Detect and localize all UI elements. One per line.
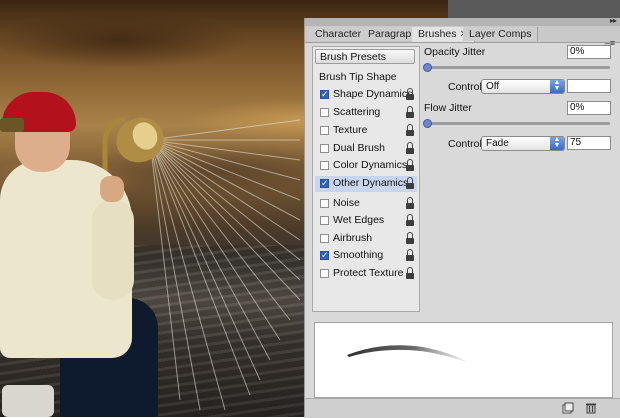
option-texture[interactable]: Texture xyxy=(315,123,417,139)
lock-icon[interactable] xyxy=(405,142,415,155)
trash-icon[interactable] xyxy=(585,402,597,414)
flow-jitter-input[interactable]: 0% xyxy=(567,101,611,115)
panel-titlebar[interactable]: ▸▸ xyxy=(305,16,620,26)
lock-icon[interactable] xyxy=(405,177,415,190)
spyglass xyxy=(0,118,24,132)
brush-stroke-preview xyxy=(314,322,613,398)
option-airbrush[interactable]: Airbrush xyxy=(315,231,417,247)
option-label: Protect Texture xyxy=(333,267,404,279)
lock-icon[interactable] xyxy=(405,159,415,172)
opacity-jitter-label: Opacity Jitter xyxy=(424,46,486,58)
flow-jitter-slider[interactable] xyxy=(426,122,610,125)
checkbox[interactable] xyxy=(320,144,329,153)
lock-icon[interactable] xyxy=(405,214,415,227)
lock-icon[interactable] xyxy=(405,249,415,262)
app-chrome-strip xyxy=(448,0,620,18)
option-label: Color Dynamics xyxy=(333,159,408,171)
flow-control-label: Control: xyxy=(448,138,485,150)
option-protect-texture[interactable]: Protect Texture xyxy=(315,266,417,282)
opacity-control-label: Control: xyxy=(448,81,485,93)
other-dynamics-settings: Opacity Jitter 0% Control: Off ▲ ▼ Flow J… xyxy=(422,45,616,310)
opacity-control-input[interactable] xyxy=(567,79,611,93)
opacity-control-select[interactable]: Off ▲ ▼ xyxy=(481,79,565,94)
opacity-jitter-input[interactable]: 0% xyxy=(567,45,611,59)
new-brush-icon[interactable] xyxy=(562,402,574,414)
option-dual-brush[interactable]: Dual Brush xyxy=(315,141,417,157)
panel-tabbar: Character Paragraph Brushes✕ Layer Comps… xyxy=(305,26,620,48)
option-label: Texture xyxy=(333,124,368,136)
option-label: Smoothing xyxy=(333,249,384,261)
lock-icon[interactable] xyxy=(405,267,415,280)
boy-arm xyxy=(92,200,134,300)
checkbox[interactable] xyxy=(320,161,329,170)
option-label: Shape Dynamics xyxy=(333,88,413,100)
flow-control-steps-input[interactable]: 75 xyxy=(567,136,611,150)
option-other-dynamics[interactable]: Other Dynamics xyxy=(315,176,417,192)
checkbox[interactable] xyxy=(320,88,329,100)
flow-control-select[interactable]: Fade ▲ ▼ xyxy=(481,136,565,151)
checkbox[interactable] xyxy=(320,199,329,208)
checkbox[interactable] xyxy=(320,108,329,117)
checkbox[interactable] xyxy=(320,249,329,261)
stroke-preview-graphic xyxy=(347,345,469,363)
brushes-panel: ▸▸ Character Paragraph Brushes✕ Layer Co… xyxy=(304,16,620,418)
option-wet-edges[interactable]: Wet Edges xyxy=(315,213,417,229)
checkbox[interactable] xyxy=(320,269,329,278)
lock-icon[interactable] xyxy=(405,106,415,119)
option-scattering[interactable]: Scattering xyxy=(315,105,417,121)
option-label: Scattering xyxy=(333,106,381,118)
option-label: Airbrush xyxy=(333,232,373,244)
net-bag xyxy=(2,385,54,417)
checkbox[interactable] xyxy=(320,126,329,135)
brush-options-list: Brush Presets Brush Tip Shape Shape Dyna… xyxy=(312,46,420,312)
checkbox[interactable] xyxy=(320,234,329,243)
opacity-jitter-slider-thumb[interactable] xyxy=(423,63,432,72)
option-label: Wet Edges xyxy=(333,214,385,226)
option-color-dynamics[interactable]: Color Dynamics xyxy=(315,158,417,174)
panel-bottom-bar xyxy=(305,398,620,418)
option-noise[interactable]: Noise xyxy=(315,196,417,212)
lock-icon[interactable] xyxy=(405,124,415,137)
option-label: Noise xyxy=(333,197,360,209)
checkbox[interactable] xyxy=(320,177,329,189)
brush-presets-button[interactable]: Brush Presets xyxy=(315,49,415,64)
flow-jitter-label: Flow Jitter xyxy=(424,102,472,114)
checkbox[interactable] xyxy=(320,216,329,225)
flow-jitter-slider-thumb[interactable] xyxy=(423,119,432,128)
tab-character[interactable]: Character xyxy=(309,27,369,41)
opacity-jitter-slider[interactable] xyxy=(426,66,610,69)
lock-icon[interactable] xyxy=(405,197,415,210)
lock-icon[interactable] xyxy=(405,232,415,245)
option-label: Other Dynamics xyxy=(333,177,409,189)
double-chevron-right-icon[interactable]: ▸▸ xyxy=(610,16,617,25)
lock-icon[interactable] xyxy=(405,88,415,101)
tab-layer-comps[interactable]: Layer Comps xyxy=(463,27,539,41)
option-label: Dual Brush xyxy=(333,142,385,154)
select-arrows-icon: ▲ ▼ xyxy=(550,79,564,93)
select-arrows-icon: ▲ ▼ xyxy=(550,136,564,150)
boy-hand xyxy=(100,176,124,202)
option-smoothing[interactable]: Smoothing xyxy=(315,248,417,264)
option-shape-dynamics[interactable]: Shape Dynamics xyxy=(315,87,417,103)
brush-tip-shape-item[interactable]: Brush Tip Shape xyxy=(319,71,397,83)
